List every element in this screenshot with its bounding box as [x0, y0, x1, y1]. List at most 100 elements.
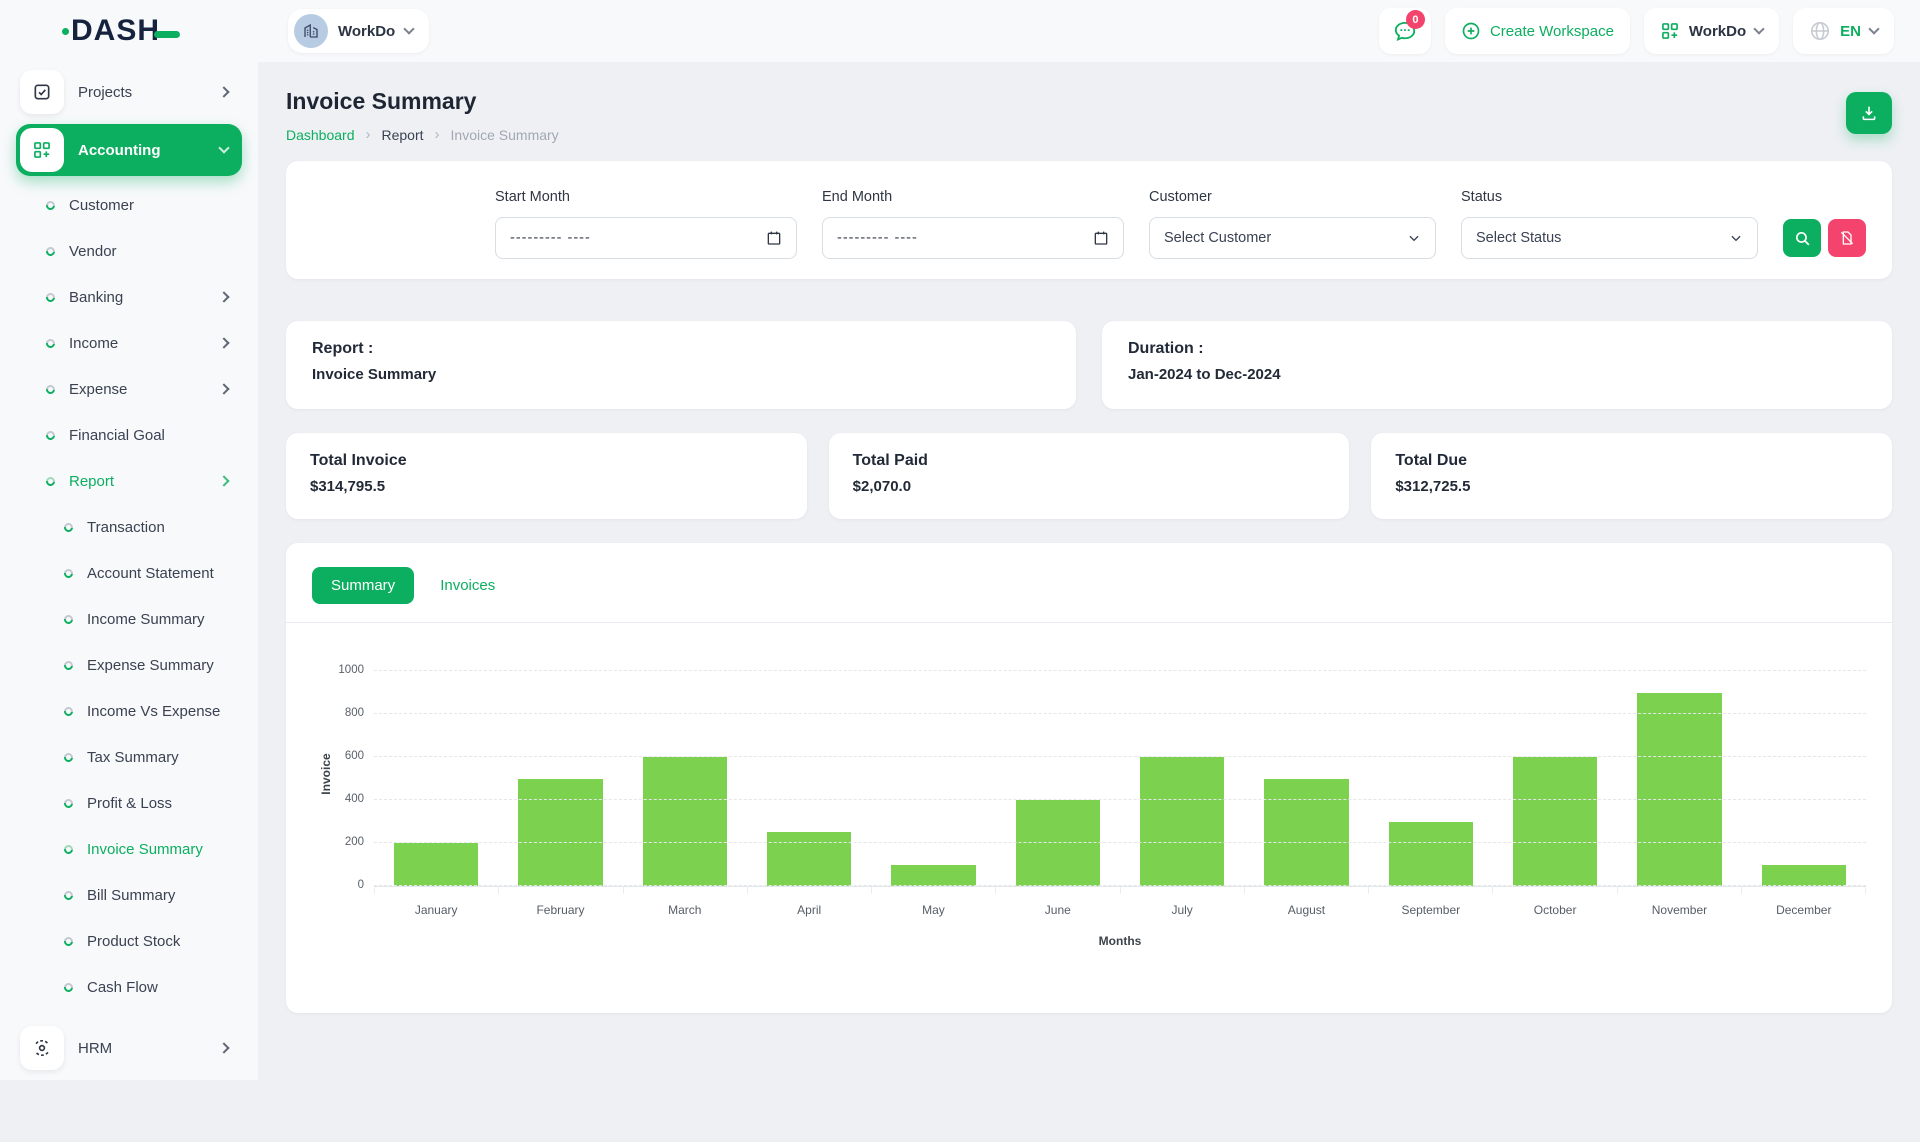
- customer-label: Customer: [1149, 189, 1436, 205]
- language-selector[interactable]: EN: [1793, 8, 1894, 54]
- sidebar-item-product-stock[interactable]: Product Stock: [16, 918, 242, 964]
- bullet-icon: [44, 199, 57, 212]
- page-title: Invoice Summary: [286, 88, 559, 115]
- sidebar-item-tax-summary[interactable]: Tax Summary: [16, 734, 242, 780]
- bar-january: [394, 843, 479, 886]
- app-logo[interactable]: DASH: [0, 16, 258, 46]
- sidebar-item-label: Expense: [69, 381, 127, 398]
- filter-card: Start Month --------- ---- End Month ---…: [286, 161, 1892, 279]
- page-header: Invoice Summary Dashboard › Report › Inv…: [286, 88, 1892, 143]
- bullet-icon: [62, 751, 75, 764]
- x-axis-tick: [499, 887, 623, 894]
- duration-value: Jan-2024 to Dec-2024: [1128, 366, 1866, 383]
- create-workspace-label: Create Workspace: [1490, 23, 1614, 40]
- header-actions: 0 Create Workspace WorkDo EN: [1379, 8, 1920, 54]
- logo-dot-icon: [62, 28, 69, 35]
- sidebar-item-projects[interactable]: Projects: [16, 66, 242, 118]
- report-card: Report : Invoice Summary: [286, 321, 1076, 409]
- sidebar-item-expense-summary[interactable]: Expense Summary: [16, 642, 242, 688]
- start-month-value: --------- ----: [510, 230, 591, 246]
- customer-select[interactable]: Select Customer: [1149, 217, 1436, 259]
- breadcrumb-dashboard[interactable]: Dashboard: [286, 127, 355, 143]
- end-month-value: --------- ----: [837, 230, 918, 246]
- breadcrumb-report[interactable]: Report: [382, 127, 424, 143]
- sidebar-item-report[interactable]: Report: [16, 458, 242, 504]
- tab-summary[interactable]: Summary: [312, 567, 414, 604]
- sidebar-item-bill-summary[interactable]: Bill Summary: [16, 872, 242, 918]
- sidebar-item-invoice-summary[interactable]: Invoice Summary: [16, 826, 242, 872]
- main-content: Invoice Summary Dashboard › Report › Inv…: [258, 62, 1920, 1080]
- create-workspace-button[interactable]: Create Workspace: [1445, 8, 1630, 54]
- messages-button[interactable]: 0: [1379, 8, 1431, 54]
- bar-may: [891, 865, 976, 887]
- sidebar-item-vendor[interactable]: Vendor: [16, 228, 242, 274]
- sidebar-item-income-vs-expense[interactable]: Income Vs Expense: [16, 688, 242, 734]
- bar-column-february: [498, 671, 622, 886]
- sidebar-item-cash-flow[interactable]: Cash Flow: [16, 964, 242, 1010]
- breadcrumb-separator: ›: [435, 126, 440, 143]
- bar-june: [1016, 800, 1101, 886]
- x-axis-ticks: [374, 886, 1866, 894]
- tabs-divider: [286, 622, 1892, 623]
- chart-card: Summary Invoices Invoice 020040060080010…: [286, 543, 1892, 1013]
- x-axis-label-january: January: [374, 903, 498, 917]
- bullet-icon: [62, 889, 75, 902]
- sidebar-item-income-summary[interactable]: Income Summary: [16, 596, 242, 642]
- total-paid-value: $2,070.0: [853, 478, 1326, 495]
- search-button[interactable]: [1783, 219, 1821, 257]
- download-report-button[interactable]: [1846, 92, 1892, 134]
- sidebar-item-income[interactable]: Income: [16, 320, 242, 366]
- calendar-icon: [766, 230, 782, 246]
- breadcrumb-current: Invoice Summary: [451, 127, 559, 143]
- sidebar-item-banking[interactable]: Banking: [16, 274, 242, 320]
- bar-july: [1140, 757, 1225, 886]
- total-due-label: Total Due: [1395, 452, 1868, 470]
- chevron-right-icon: [218, 475, 229, 486]
- x-axis-tick: [996, 887, 1120, 894]
- bar-column-november: [1617, 671, 1741, 886]
- status-select[interactable]: Select Status: [1461, 217, 1758, 259]
- sidebar-item-expense[interactable]: Expense: [16, 366, 242, 412]
- workspace-switcher[interactable]: WorkDo: [288, 9, 429, 53]
- x-axis-tick: [1121, 887, 1245, 894]
- bar-column-january: [374, 671, 498, 886]
- sidebar-item-label: Cash Flow: [87, 979, 158, 996]
- y-axis-tick-label: 1000: [320, 664, 364, 676]
- sidebar-item-label: Report: [69, 473, 114, 490]
- start-month-input[interactable]: --------- ----: [495, 217, 797, 259]
- bullet-icon: [62, 705, 75, 718]
- stats-row: Total Invoice $314,795.5 Total Paid $2,0…: [286, 433, 1892, 519]
- status-label: Status: [1461, 189, 1758, 205]
- chevron-right-icon: [218, 86, 229, 97]
- bullet-icon: [62, 613, 75, 626]
- sidebar-item-label: Income Vs Expense: [87, 703, 220, 720]
- sidebar-item-hrm[interactable]: HRM: [16, 1022, 242, 1074]
- bullet-icon: [44, 429, 57, 442]
- x-axis-tick: [1493, 887, 1617, 894]
- y-axis-tick-label: 0: [320, 879, 364, 891]
- gridline: 600: [374, 756, 1866, 757]
- sidebar-item-account-statement[interactable]: Account Statement: [16, 550, 242, 596]
- report-value: Invoice Summary: [312, 366, 1050, 383]
- gridline: 800: [374, 713, 1866, 714]
- workdo-menu-button[interactable]: WorkDo: [1644, 8, 1779, 54]
- sidebar-item-financial-goal[interactable]: Financial Goal: [16, 412, 242, 458]
- sidebar-item-transaction[interactable]: Transaction: [16, 504, 242, 550]
- sidebar-item-profit-loss[interactable]: Profit & Loss: [16, 780, 242, 826]
- y-axis-tick-label: 800: [320, 707, 364, 719]
- bar-february: [518, 779, 603, 887]
- sidebar-item-customer[interactable]: Customer: [16, 182, 242, 228]
- chevron-down-icon: [404, 23, 415, 34]
- reset-filter-button[interactable]: [1828, 219, 1866, 257]
- workdo-menu-label: WorkDo: [1689, 23, 1746, 40]
- tab-invoices[interactable]: Invoices: [438, 567, 497, 604]
- bar-column-september: [1369, 671, 1493, 886]
- plus-circle-icon: [1461, 21, 1481, 41]
- sidebar-item-label: Profit & Loss: [87, 795, 172, 812]
- bullet-icon: [44, 291, 57, 304]
- x-axis-label-september: September: [1369, 903, 1493, 917]
- bullet-icon: [62, 521, 75, 534]
- sidebar-item-accounting[interactable]: Accounting: [16, 124, 242, 176]
- end-month-input[interactable]: --------- ----: [822, 217, 1124, 259]
- total-invoice-label: Total Invoice: [310, 452, 783, 470]
